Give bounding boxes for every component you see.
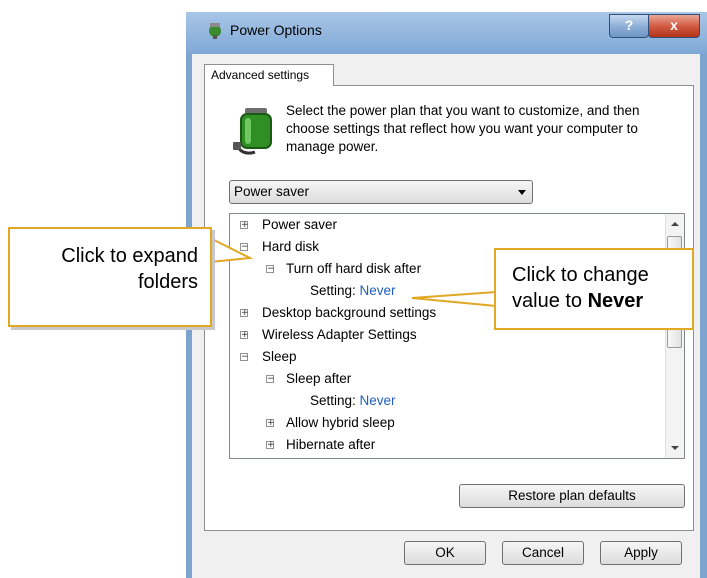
tree-item-allow-hybrid-sleep[interactable]: + Allow hybrid sleep xyxy=(266,412,395,434)
restore-plan-defaults-button[interactable]: Restore plan defaults xyxy=(459,484,685,508)
plus-box-icon[interactable]: + xyxy=(240,221,249,230)
callout-text-line: value to Never xyxy=(512,288,692,314)
tree-item-wireless-adapter[interactable]: + Wireless Adapter Settings xyxy=(240,324,417,346)
minus-box-icon[interactable]: − xyxy=(266,375,275,384)
change-value-callout: Click to change value to Never xyxy=(494,248,694,330)
expand-folders-callout: Click to expand folders xyxy=(8,227,212,327)
setting-label: Setting: xyxy=(310,393,356,408)
tree-item-sleep-after[interactable]: − Sleep after xyxy=(266,368,351,390)
tree-item-hibernate-after[interactable]: + Hibernate after xyxy=(266,434,375,456)
plus-box-icon[interactable]: + xyxy=(240,309,249,318)
apply-button[interactable]: Apply xyxy=(600,541,682,565)
minus-box-icon[interactable]: − xyxy=(240,353,249,362)
hard-disk-setting-value[interactable]: Never xyxy=(360,283,396,298)
power-plan-value: Power saver xyxy=(234,184,310,199)
battery-plug-icon xyxy=(233,108,272,155)
tree-item-turn-off-hard-disk[interactable]: − Turn off hard disk after xyxy=(266,258,421,280)
scroll-down-arrow-icon[interactable] xyxy=(671,446,679,450)
tree-item-label: Hibernate after xyxy=(286,437,376,452)
ok-button[interactable]: OK xyxy=(404,541,486,565)
tree-item-sleep[interactable]: − Sleep xyxy=(240,346,297,368)
callout-text-bold: Never xyxy=(587,290,644,312)
sleep-after-setting-value[interactable]: Never xyxy=(360,393,396,408)
plus-box-icon[interactable]: + xyxy=(266,419,275,428)
tree-item-label: Power saver xyxy=(262,217,338,232)
tree-item-power-saver[interactable]: + Power saver xyxy=(240,214,337,236)
cancel-button[interactable]: Cancel xyxy=(502,541,584,565)
setting-label: Setting: xyxy=(310,283,356,298)
tree-item-label: Sleep after xyxy=(286,371,352,386)
callout-text-line: Click to expand xyxy=(61,245,198,267)
scroll-up-arrow-icon[interactable] xyxy=(671,222,679,226)
minus-box-icon[interactable]: − xyxy=(266,265,275,274)
tree-item-hard-disk-setting: Setting: Never xyxy=(310,280,396,302)
tree-item-label: Sleep xyxy=(262,349,297,364)
tree-item-desktop-background[interactable]: + Desktop background settings xyxy=(240,302,436,324)
power-options-icon xyxy=(209,23,221,39)
close-button[interactable]: x xyxy=(648,14,700,38)
help-button[interactable]: ? xyxy=(609,14,649,38)
power-plan-dropdown[interactable]: Power saver xyxy=(229,180,533,204)
callout-text-line: folders xyxy=(137,271,198,293)
plus-box-icon[interactable]: + xyxy=(240,331,249,340)
tree-item-label: Desktop background settings xyxy=(262,305,437,320)
minus-box-icon[interactable]: − xyxy=(240,243,249,252)
plan-description: Select the power plan that you want to c… xyxy=(286,103,640,154)
tree-item-label: Wireless Adapter Settings xyxy=(262,327,417,342)
tree-item-sleep-setting: Setting: Never xyxy=(310,390,396,412)
dropdown-arrow-icon[interactable] xyxy=(518,190,526,195)
title-bar[interactable]: Power Options ? x xyxy=(186,12,707,54)
tree-item-hard-disk[interactable]: − Hard disk xyxy=(240,236,319,258)
plus-box-icon[interactable]: + xyxy=(266,441,275,450)
tree-item-label: Hard disk xyxy=(262,239,320,254)
tree-item-label: Turn off hard disk after xyxy=(286,261,422,276)
tree-item-label: Allow hybrid sleep xyxy=(286,415,395,430)
callout-text-prefix: value to xyxy=(512,290,588,312)
tab-advanced-settings[interactable]: Advanced settings xyxy=(204,64,334,86)
callout-text-line: Click to change xyxy=(512,264,649,286)
window-title: Power Options xyxy=(230,22,322,38)
